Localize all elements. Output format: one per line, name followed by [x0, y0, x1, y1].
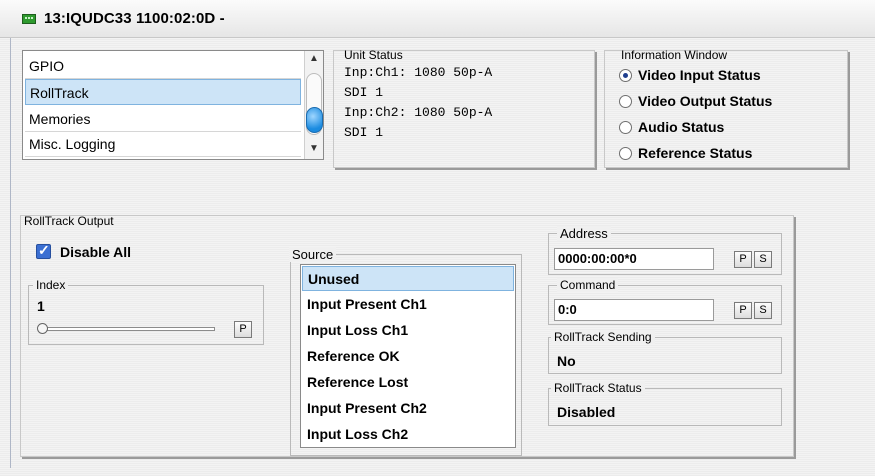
source-listbox[interactable]: Unused Input Present Ch1 Input Loss Ch1 … — [300, 264, 516, 448]
radio-audio-status[interactable]: Audio Status — [619, 117, 724, 137]
radio-icon[interactable] — [619, 121, 632, 134]
rolltrack-status-label: RollTrack Status — [551, 381, 645, 395]
source-item-reference-lost[interactable]: Reference Lost — [302, 370, 514, 395]
list-item-rolltrack[interactable]: RollTrack — [25, 79, 301, 105]
source-label: Source — [289, 247, 337, 262]
source-item-unused[interactable]: Unused — [302, 266, 514, 291]
scroll-down-icon[interactable]: ▼ — [309, 143, 319, 154]
unit-status-label: Unit Status — [344, 48, 403, 62]
menu-listbox[interactable]: GPIO RollTrack Memories Misc. Logging ▲ … — [22, 50, 324, 160]
rolltrack-sending-label: RollTrack Sending — [551, 330, 655, 344]
information-window-label: Information Window — [621, 48, 728, 62]
index-slider-track[interactable] — [39, 327, 215, 331]
address-label: Address — [557, 226, 611, 241]
address-p-button[interactable]: P — [734, 251, 752, 268]
source-item-input-present-ch1[interactable]: Input Present Ch1 — [302, 292, 514, 317]
rolltrack-status-value: Disabled — [557, 404, 616, 420]
source-item-input-present-ch2[interactable]: Input Present Ch2 — [302, 396, 514, 421]
rolltrack-output-label: RollTrack Output — [24, 214, 114, 228]
index-slider-handle[interactable] — [37, 323, 48, 334]
scroll-thumb[interactable] — [306, 107, 323, 133]
information-window-panel: Information Window Video Input Status Vi… — [604, 48, 848, 168]
index-value: 1 — [37, 298, 45, 314]
command-field[interactable]: 0:0 — [554, 299, 714, 321]
rolltrack-status-group: RollTrack Status Disabled — [548, 381, 782, 426]
command-s-button[interactable]: S — [754, 302, 772, 319]
address-s-button[interactable]: S — [754, 251, 772, 268]
radio-video-input-status[interactable]: Video Input Status — [619, 65, 761, 85]
unit-status-panel: Unit Status Inp:Ch1: 1080 50p-A SDI 1 In… — [333, 48, 595, 168]
index-label: Index — [33, 278, 69, 292]
unit-status-line-3: Inp:Ch2: 1080 50p-A — [344, 105, 493, 120]
menu-scrollbar[interactable]: ▲ ▼ — [304, 51, 323, 159]
scroll-up-icon[interactable]: ▲ — [309, 53, 319, 64]
command-p-button[interactable]: P — [734, 302, 752, 319]
unit-status-line-4: SDI 1 — [344, 125, 384, 140]
radio-video-output-status[interactable]: Video Output Status — [619, 91, 772, 111]
index-group: Index 1 P — [28, 278, 264, 345]
unit-status-line-1: Inp:Ch1: 1080 50p-A — [344, 65, 493, 80]
rolltrack-sending-value: No — [557, 353, 576, 369]
list-item-gpio[interactable]: GPIO — [25, 53, 301, 79]
radio-reference-status[interactable]: Reference Status — [619, 143, 752, 163]
radio-icon[interactable] — [619, 147, 632, 160]
title-bar: 13:IQUDC33 1100:02:0D - — [0, 0, 875, 38]
source-item-reference-ok[interactable]: Reference OK — [302, 344, 514, 369]
radio-selected-icon[interactable] — [619, 69, 632, 82]
rolltrack-sending-group: RollTrack Sending No — [548, 330, 782, 374]
device-board-icon — [22, 14, 36, 24]
list-item-memories[interactable]: Memories — [25, 106, 301, 132]
unit-status-line-2: SDI 1 — [344, 85, 384, 100]
command-label: Command — [557, 278, 619, 292]
index-p-button[interactable]: P — [234, 321, 252, 338]
source-item-input-loss-ch1[interactable]: Input Loss Ch1 — [302, 318, 514, 343]
window-title: 13:IQUDC33 1100:02:0D - — [44, 10, 225, 27]
disable-all-label: Disable All — [60, 244, 132, 260]
address-field[interactable]: 0000:00:00*0 — [554, 248, 714, 270]
radio-icon[interactable] — [619, 95, 632, 108]
list-item-misc-logging[interactable]: Misc. Logging — [25, 131, 301, 157]
source-item-input-loss-ch2[interactable]: Input Loss Ch2 — [302, 422, 514, 447]
disable-all-checkbox[interactable] — [36, 242, 51, 259]
